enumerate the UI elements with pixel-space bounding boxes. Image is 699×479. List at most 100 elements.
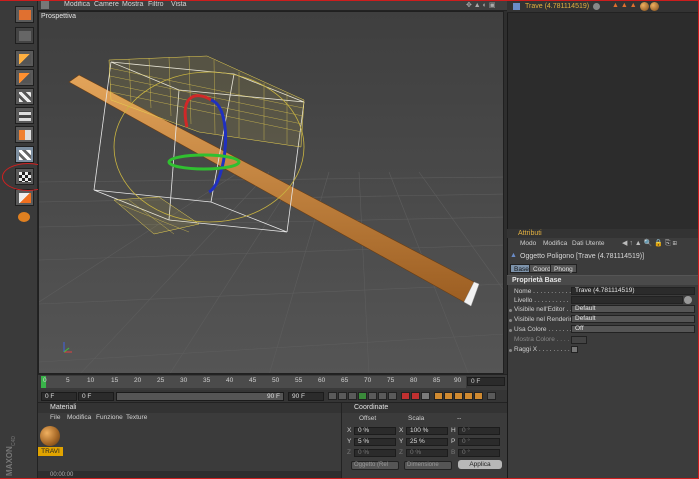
name-field[interactable]: Trave (4.781114519)	[571, 287, 695, 295]
viewport-camera-label[interactable]: Prospettiva	[41, 13, 76, 20]
offset-z-field[interactable]: 0 %	[354, 449, 396, 457]
layout-icon[interactable]	[15, 6, 34, 23]
model-mode-icon[interactable]	[15, 107, 34, 124]
render-visibility-select[interactable]: Default	[571, 315, 695, 323]
current-frame-field[interactable]: 0 F	[41, 392, 77, 401]
size-mode-select[interactable]: Dimensione	[404, 461, 452, 470]
next-key-icon[interactable]	[378, 392, 387, 400]
tick-label: 25	[157, 377, 165, 384]
record-icon[interactable]	[401, 392, 410, 400]
xray-checkbox[interactable]	[571, 346, 578, 353]
edges-mode-icon[interactable]	[15, 69, 34, 86]
texture-mode-icon[interactable]	[15, 146, 34, 163]
attr-nav-icons[interactable]: ◀ ↑ ▲ 🔍 🔒 ⎘ ⊞	[622, 239, 677, 248]
axis-label: Y	[399, 438, 404, 445]
viewport-menu-icon[interactable]	[41, 1, 49, 9]
mat-menu-file[interactable]: File	[50, 414, 60, 423]
texture-tag-icon[interactable]	[640, 2, 649, 11]
texture-tag-icon[interactable]	[650, 2, 659, 11]
material-manager-title: Materiali	[38, 403, 341, 413]
use-color-select[interactable]: Off	[571, 325, 695, 333]
attr-menu-dati-utente[interactable]: Dati Utente	[572, 240, 605, 247]
section-header: Proprietà Base	[507, 275, 699, 285]
key-parameter-icon[interactable]	[464, 392, 473, 400]
maxon-cinema4d-logo: MAXON C4D	[5, 436, 16, 476]
tick-label: 50	[272, 377, 280, 384]
attr-menu-modifica[interactable]: Modifica	[543, 240, 567, 247]
tick-label: 40	[226, 377, 234, 384]
keyframe-dot-icon[interactable]	[509, 329, 512, 332]
go-to-end-icon[interactable]	[388, 392, 397, 400]
mat-menu-modifica[interactable]: Modifica	[67, 414, 91, 423]
timeline-ruler[interactable]: 0 5 10 15 20 25 30 35 40 45 50 55 60 65 …	[41, 376, 466, 388]
end-frame-field[interactable]: 90 F	[288, 392, 324, 401]
perspective-viewport[interactable]: Prospettiva	[38, 11, 504, 374]
transport-bar: 0 F 0 F 90 F 90 F	[38, 390, 507, 402]
tick-label: 55	[295, 377, 303, 384]
scale-column-header: Scala	[408, 415, 425, 422]
object-manager[interactable]	[507, 0, 699, 229]
material-preview-swatch[interactable]	[40, 426, 60, 446]
range-slider[interactable]: 90 F	[116, 392, 284, 401]
scale-z-field[interactable]: 0 %	[406, 449, 448, 457]
points-mode-icon[interactable]	[15, 50, 34, 67]
menu-vista[interactable]: Vista	[171, 1, 186, 8]
offset-x-field[interactable]: 0 %	[354, 427, 396, 435]
display-color-swatch[interactable]	[571, 336, 587, 344]
attribute-manager-title: Attributi	[507, 229, 699, 238]
autokey-icon[interactable]	[411, 392, 420, 400]
timeline-menu-icon[interactable]	[487, 392, 496, 400]
keyframe-dot-icon[interactable]	[509, 349, 512, 352]
mat-menu-texture[interactable]: Texture	[126, 414, 147, 423]
scale-x-field[interactable]: 100 %	[406, 427, 448, 435]
offset-y-field[interactable]: 5 %	[354, 438, 396, 446]
menu-modifica[interactable]: Modifica	[64, 1, 90, 8]
tick-label: 45	[249, 377, 257, 384]
snap-icon[interactable]	[15, 209, 34, 226]
prev-key-icon[interactable]	[338, 392, 347, 400]
timeline-frame-field[interactable]: 0 F	[467, 377, 505, 386]
play-icon[interactable]	[358, 392, 367, 400]
menu-filtro[interactable]: Filtro	[148, 1, 164, 8]
visibility-dot-icon[interactable]	[593, 3, 600, 10]
svg-text:MAXON: MAXON	[5, 446, 14, 476]
rotation-p-field[interactable]: 0 °	[458, 438, 500, 446]
tick-label: 15	[111, 377, 119, 384]
coordinate-mode-select[interactable]: Oggetto (Rel	[351, 461, 399, 470]
viewport-nav-icons[interactable]: ✥ ▲ ◐ ▣	[466, 1, 495, 9]
polygons-mode-icon[interactable]	[15, 88, 34, 105]
editor-visibility-select[interactable]: Default	[571, 305, 695, 313]
start-frame-field[interactable]: 0 F	[78, 392, 114, 401]
layer-picker-icon[interactable]	[684, 296, 692, 304]
viewport-scene[interactable]	[39, 12, 504, 374]
go-to-start-icon[interactable]	[328, 392, 337, 400]
apply-button[interactable]: Applica	[458, 460, 502, 469]
key-position-icon[interactable]	[434, 392, 443, 400]
undo-icon[interactable]	[15, 27, 34, 44]
material-name-label[interactable]: TRAVI	[38, 447, 63, 456]
material-manager: Materiali File Modifica Funzione Texture	[38, 402, 341, 479]
workplane-icon[interactable]	[15, 189, 34, 206]
layer-field[interactable]	[571, 296, 683, 304]
rotation-b-field[interactable]: 0 °	[458, 449, 500, 457]
scale-y-field[interactable]: 25 %	[406, 438, 448, 446]
object-mode-icon[interactable]	[15, 126, 34, 143]
rotation-h-field[interactable]: 0 °	[458, 427, 500, 435]
step-back-icon[interactable]	[348, 392, 357, 400]
step-forward-icon[interactable]	[368, 392, 377, 400]
attr-menu-modo[interactable]: Modo	[520, 240, 536, 247]
key-pla-icon[interactable]	[474, 392, 483, 400]
key-rotation-icon[interactable]	[454, 392, 463, 400]
menu-camere[interactable]: Camere	[94, 1, 119, 8]
keyframe-selection-icon[interactable]	[421, 392, 430, 400]
prop-label-visibile-rendering: Visibile nel Rendering	[514, 316, 577, 323]
object-name[interactable]: Trave (4.781114519)	[525, 3, 589, 10]
coordinates-title: Coordinate	[342, 403, 507, 413]
key-scale-icon[interactable]	[444, 392, 453, 400]
tab-phong[interactable]: Phong	[550, 264, 577, 273]
tick-label: 35	[203, 377, 211, 384]
mat-menu-funzione[interactable]: Funzione	[96, 414, 123, 423]
menu-mostra[interactable]: Mostra	[122, 1, 143, 8]
keyframe-dot-icon[interactable]	[509, 309, 512, 312]
keyframe-dot-icon[interactable]	[509, 319, 512, 322]
